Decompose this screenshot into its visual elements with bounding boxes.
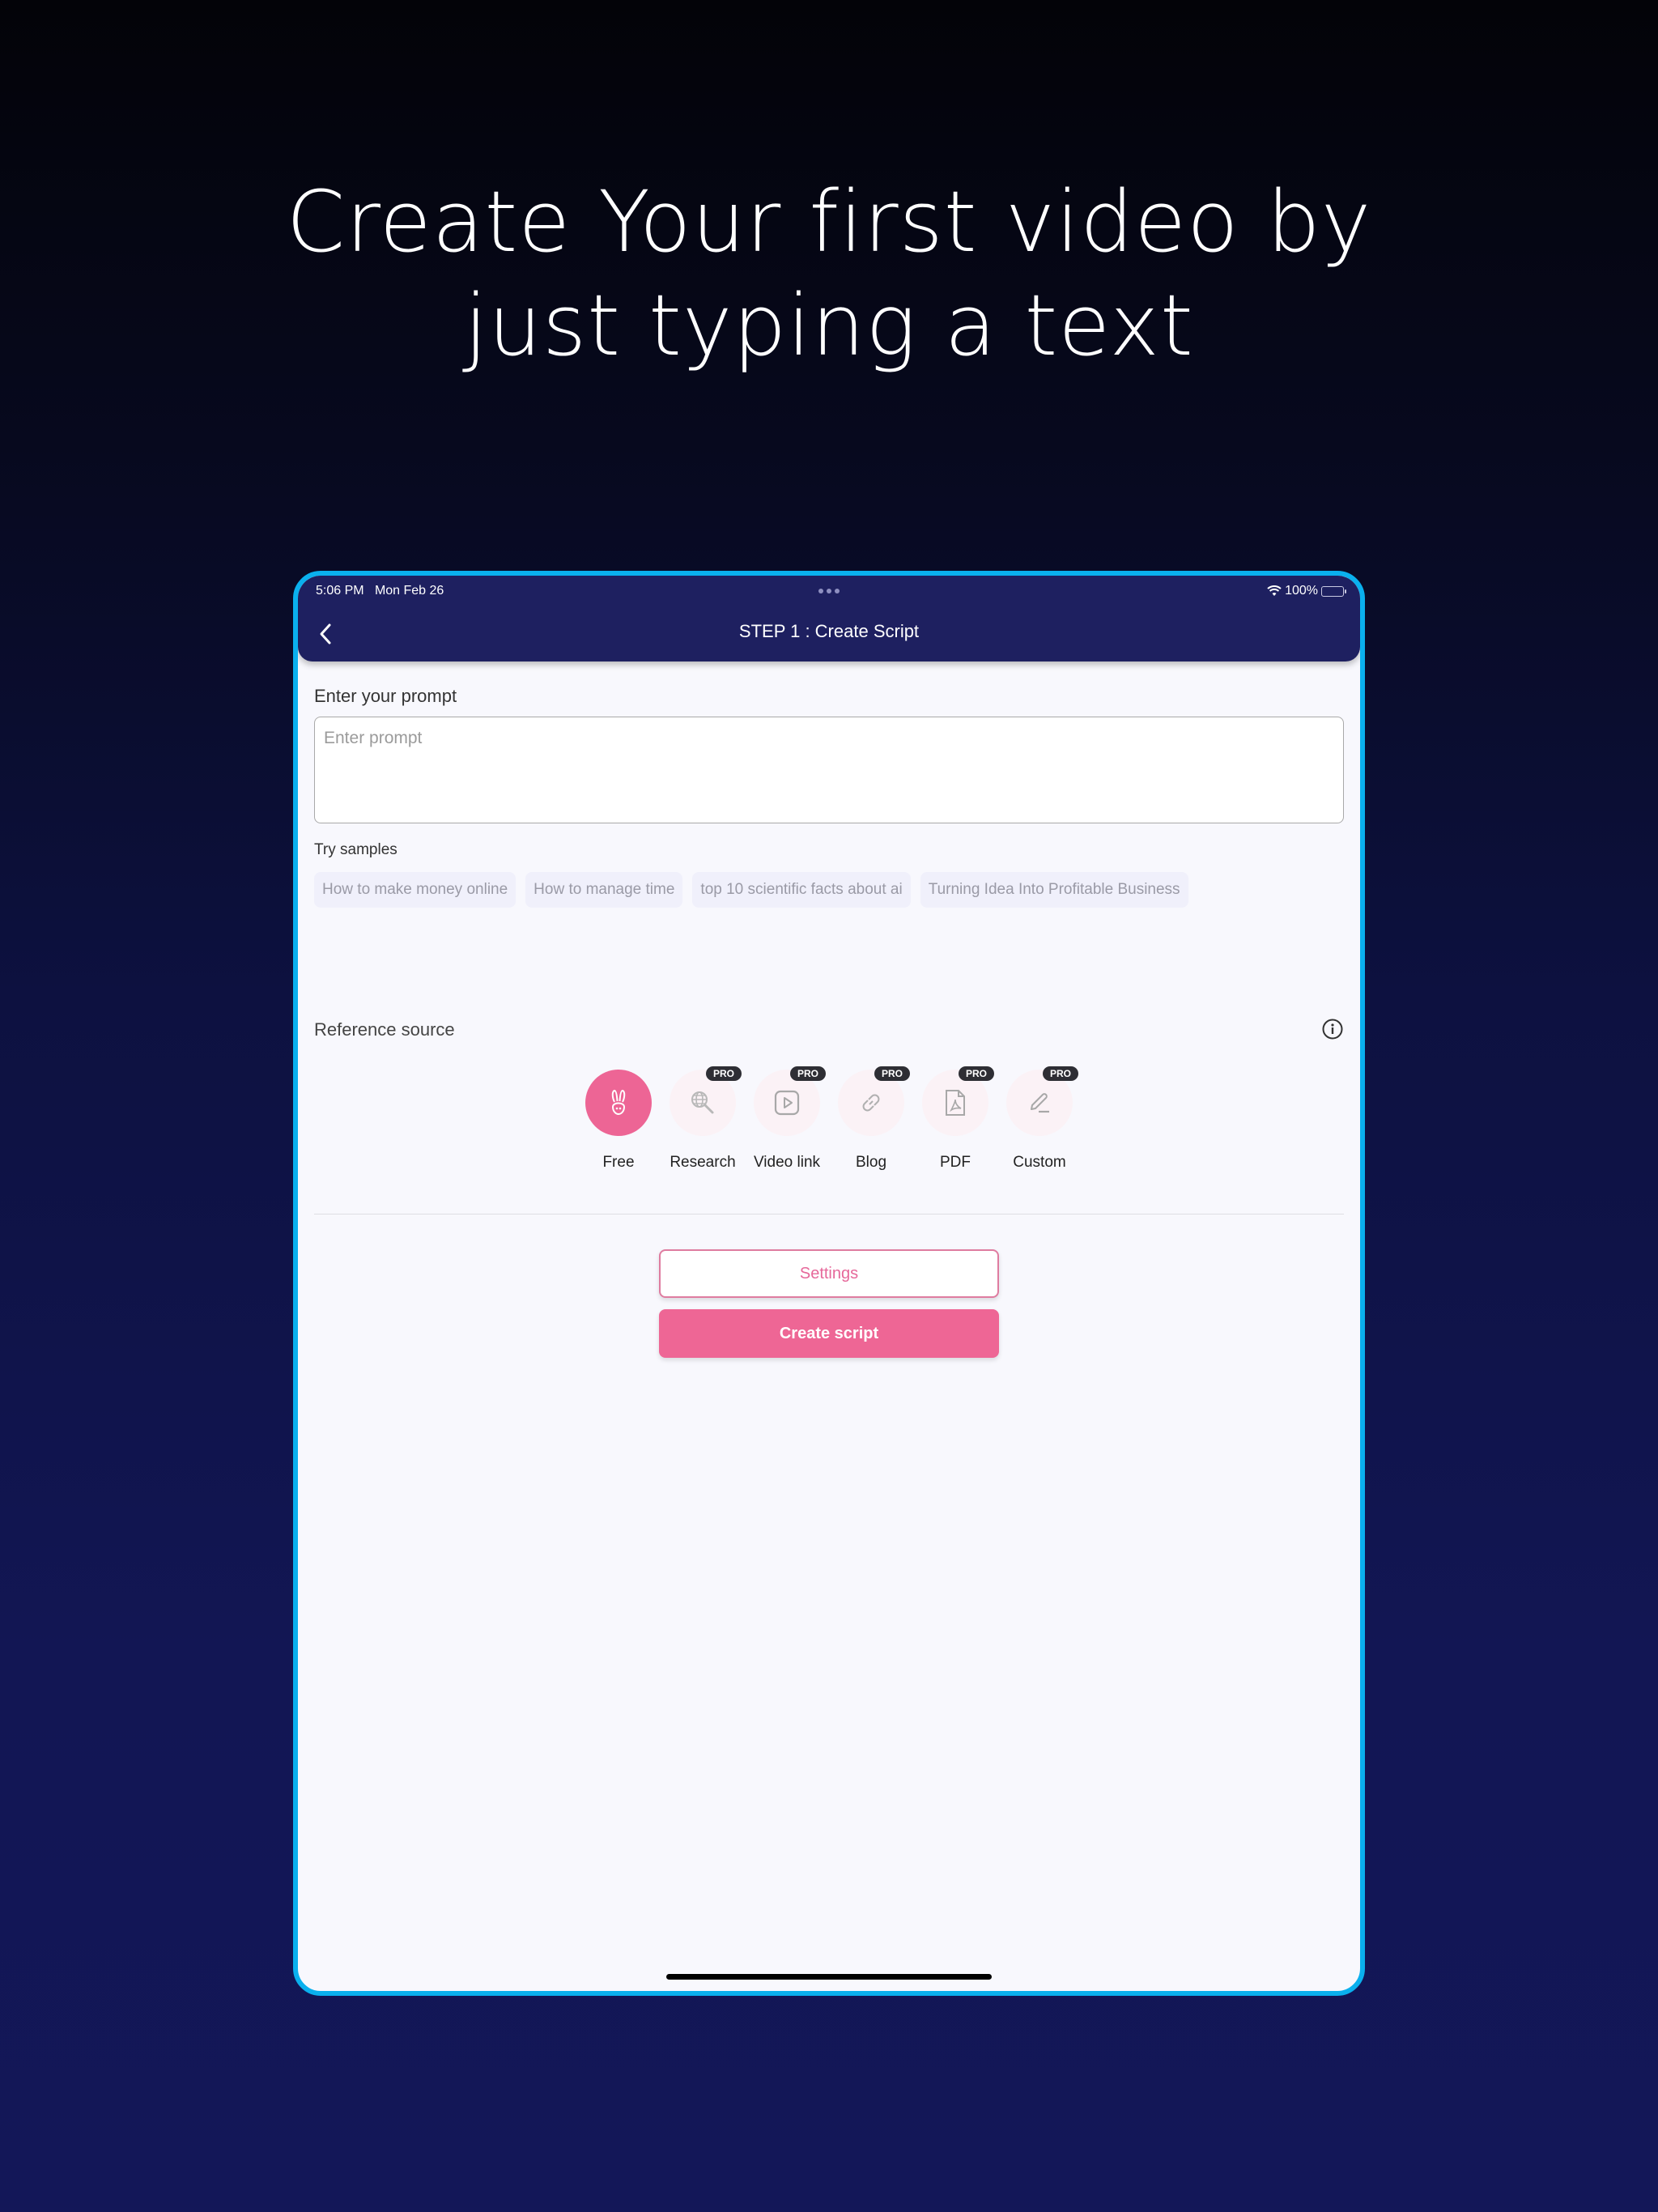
source-label: Research [670, 1154, 736, 1171]
multitasking-dots-icon[interactable] [818, 589, 840, 593]
source-free[interactable]: Free [576, 1070, 661, 1172]
prompt-label: Enter your prompt [314, 686, 457, 706]
link-icon [862, 1094, 880, 1112]
globe-search-icon [691, 1091, 714, 1114]
reference-sources: Free PRO Research PRO Video link PRO Blo… [314, 1066, 1344, 1172]
pencil-icon [1031, 1093, 1049, 1113]
sample-chip[interactable]: How to make money online [314, 872, 517, 908]
pro-badge: PRO [1043, 1066, 1079, 1081]
sample-chip[interactable]: How to manage time [525, 872, 683, 908]
source-label: Free [602, 1154, 635, 1171]
source-custom[interactable]: PRO Custom [997, 1066, 1082, 1172]
prompt-input[interactable] [314, 717, 1344, 823]
headline: Create Your first video by just typing a… [0, 170, 1658, 377]
home-indicator[interactable] [666, 1974, 992, 1980]
status-time: 5:06 PM Mon Feb 26 [316, 584, 444, 598]
source-research[interactable]: PRO Research [661, 1066, 745, 1172]
create-script-button[interactable]: Create script [659, 1309, 999, 1358]
source-label: Custom [1013, 1154, 1066, 1171]
status-bar: 5:06 PM Mon Feb 26 100% [298, 581, 1360, 602]
reference-source-label: Reference source [314, 1019, 455, 1040]
sample-chips: How to make money online How to manage t… [314, 872, 1188, 908]
pro-badge: PRO [790, 1066, 827, 1081]
info-icon[interactable] [1321, 1018, 1344, 1040]
headline-line-1: Create Your first video by [286, 172, 1372, 271]
source-pdf[interactable]: PRO PDF [913, 1066, 997, 1172]
status-right: 100% [1267, 584, 1346, 598]
tablet-frame: 5:06 PM Mon Feb 26 100% STEP 1 : Create … [293, 571, 1365, 1996]
battery-percent: 100% [1285, 584, 1318, 598]
page-title: STEP 1 : Create Script [738, 621, 920, 641]
sample-chip[interactable]: Turning Idea Into Profitable Business [920, 872, 1188, 908]
wifi-icon [1267, 585, 1282, 596]
pro-badge: PRO [874, 1066, 911, 1081]
pdf-icon [946, 1090, 965, 1116]
source-label: Blog [855, 1154, 887, 1171]
samples-label: Try samples [314, 841, 397, 858]
source-video-link[interactable]: PRO Video link [745, 1066, 829, 1172]
sample-chip[interactable]: top 10 scientific facts about ai [692, 872, 911, 908]
source-blog[interactable]: PRO Blog [829, 1066, 913, 1172]
battery-icon [1321, 585, 1346, 597]
source-free-circle [585, 1070, 652, 1136]
settings-button[interactable]: Settings [659, 1249, 999, 1298]
rabbit-icon [611, 1089, 626, 1116]
play-icon [774, 1090, 800, 1116]
pro-badge: PRO [959, 1066, 995, 1081]
navbar: 5:06 PM Mon Feb 26 100% STEP 1 : Create … [298, 576, 1360, 661]
pro-badge: PRO [706, 1066, 742, 1081]
source-label: PDF [940, 1154, 971, 1171]
headline-line-2: just typing a text [464, 276, 1194, 375]
source-label: Video link [753, 1154, 821, 1171]
